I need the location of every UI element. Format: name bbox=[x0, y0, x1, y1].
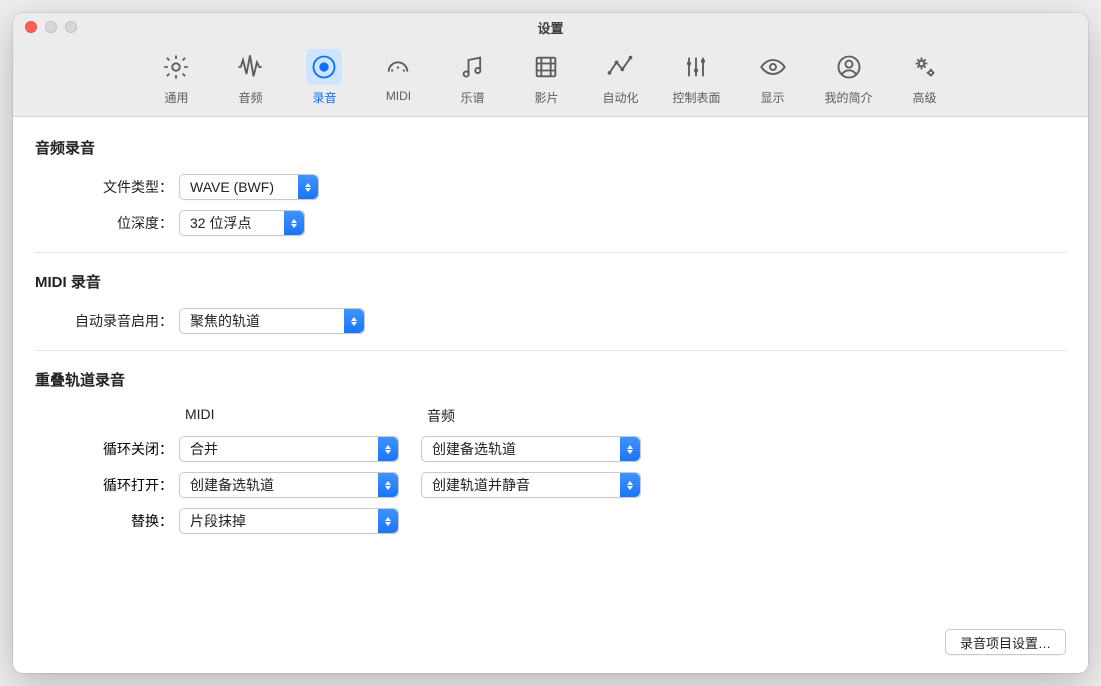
tab-control-surfaces[interactable]: 控制表面 bbox=[672, 49, 720, 106]
select-value: 创建轨道并静音 bbox=[432, 475, 530, 495]
chevron-updown-icon bbox=[378, 509, 398, 533]
bit-depth-select[interactable]: 32 位浮点 bbox=[179, 210, 305, 236]
zoom-button[interactable] bbox=[65, 21, 77, 33]
minimize-button[interactable] bbox=[45, 21, 57, 33]
tab-label: 音频 bbox=[238, 89, 262, 106]
tab-score[interactable]: 乐谱 bbox=[450, 49, 494, 106]
tab-display[interactable]: 显示 bbox=[751, 49, 795, 106]
auto-record-label: 自动录音启用： bbox=[35, 311, 179, 331]
section-audio-recording: 音频录音 bbox=[35, 137, 1066, 158]
section-midi-recording: MIDI 录音 bbox=[35, 271, 1066, 292]
file-type-value: WAVE (BWF) bbox=[190, 179, 274, 195]
divider bbox=[35, 252, 1066, 253]
loop-on-audio-select[interactable]: 创建轨道并静音 bbox=[421, 472, 641, 498]
section-overlap-recording: 重叠轨道录音 bbox=[35, 369, 1066, 390]
settings-content: 音频录音 文件类型： WAVE (BWF) 位深度： 32 位浮点 MIDI 录… bbox=[13, 117, 1088, 673]
tab-my-info[interactable]: 我的简介 bbox=[825, 49, 873, 106]
file-type-label: 文件类型： bbox=[35, 177, 179, 197]
prefs-toolbar: 通用 音频 录音 MIDI 乐谱 bbox=[13, 41, 1088, 117]
midi-icon bbox=[380, 49, 416, 85]
loop-off-label: 循环关闭： bbox=[35, 439, 179, 459]
chevron-updown-icon bbox=[344, 309, 364, 333]
film-icon bbox=[528, 49, 564, 85]
tab-advanced[interactable]: 高级 bbox=[903, 49, 947, 106]
select-value: 创建备选轨道 bbox=[432, 439, 516, 459]
tab-record[interactable]: 录音 bbox=[302, 49, 346, 106]
auto-record-value: 聚焦的轨道 bbox=[190, 311, 260, 331]
column-audio: 音频 bbox=[427, 406, 455, 426]
chevron-updown-icon bbox=[620, 473, 640, 497]
tab-midi[interactable]: MIDI bbox=[376, 49, 420, 106]
file-type-select[interactable]: WAVE (BWF) bbox=[179, 174, 319, 200]
music-note-icon bbox=[454, 49, 490, 85]
tab-label: 录音 bbox=[312, 89, 336, 106]
bit-depth-label: 位深度： bbox=[35, 213, 179, 233]
settings-window: 设置 通用 音频 录音 MIDI bbox=[13, 13, 1088, 673]
tab-general[interactable]: 通用 bbox=[154, 49, 198, 106]
footer: 录音项目设置… bbox=[945, 629, 1066, 655]
chevron-updown-icon bbox=[378, 473, 398, 497]
column-midi: MIDI bbox=[185, 406, 405, 426]
eye-icon bbox=[755, 49, 791, 85]
tab-label: 高级 bbox=[913, 89, 937, 106]
tab-label: MIDI bbox=[386, 89, 411, 103]
select-value: 片段抹掉 bbox=[190, 511, 246, 531]
chevron-updown-icon bbox=[284, 211, 304, 235]
loop-on-label: 循环打开： bbox=[35, 475, 179, 495]
select-value: 创建备选轨道 bbox=[190, 475, 274, 495]
bit-depth-value: 32 位浮点 bbox=[190, 213, 251, 233]
gear-icon bbox=[158, 49, 194, 85]
user-icon bbox=[831, 49, 867, 85]
replace-midi-select[interactable]: 片段抹掉 bbox=[179, 508, 399, 534]
tab-label: 影片 bbox=[534, 89, 558, 106]
loop-on-midi-select[interactable]: 创建备选轨道 bbox=[179, 472, 399, 498]
gears-icon bbox=[907, 49, 943, 85]
tab-automation[interactable]: 自动化 bbox=[598, 49, 642, 106]
window-title: 设置 bbox=[13, 18, 1088, 37]
divider bbox=[35, 350, 1066, 351]
window-controls bbox=[25, 21, 77, 33]
loop-off-midi-select[interactable]: 合并 bbox=[179, 436, 399, 462]
tab-audio[interactable]: 音频 bbox=[228, 49, 272, 106]
sliders-icon bbox=[678, 49, 714, 85]
tab-label: 显示 bbox=[760, 89, 784, 106]
recording-project-settings-button[interactable]: 录音项目设置… bbox=[945, 629, 1066, 655]
record-icon bbox=[306, 49, 342, 85]
tab-label: 我的简介 bbox=[825, 89, 873, 106]
chevron-updown-icon bbox=[378, 437, 398, 461]
tab-label: 自动化 bbox=[602, 89, 638, 106]
select-value: 合并 bbox=[190, 439, 218, 459]
loop-off-audio-select[interactable]: 创建备选轨道 bbox=[421, 436, 641, 462]
chevron-updown-icon bbox=[620, 437, 640, 461]
overlap-column-headers: MIDI 音频 bbox=[185, 406, 1066, 426]
tab-label: 乐谱 bbox=[460, 89, 484, 106]
chevron-updown-icon bbox=[298, 175, 318, 199]
tab-label: 控制表面 bbox=[672, 89, 720, 106]
waveform-icon bbox=[232, 49, 268, 85]
auto-record-select[interactable]: 聚焦的轨道 bbox=[179, 308, 365, 334]
automation-icon bbox=[602, 49, 638, 85]
titlebar: 设置 bbox=[13, 13, 1088, 41]
close-button[interactable] bbox=[25, 21, 37, 33]
tab-movie[interactable]: 影片 bbox=[524, 49, 568, 106]
replace-label: 替换： bbox=[35, 511, 179, 531]
tab-label: 通用 bbox=[164, 89, 188, 106]
